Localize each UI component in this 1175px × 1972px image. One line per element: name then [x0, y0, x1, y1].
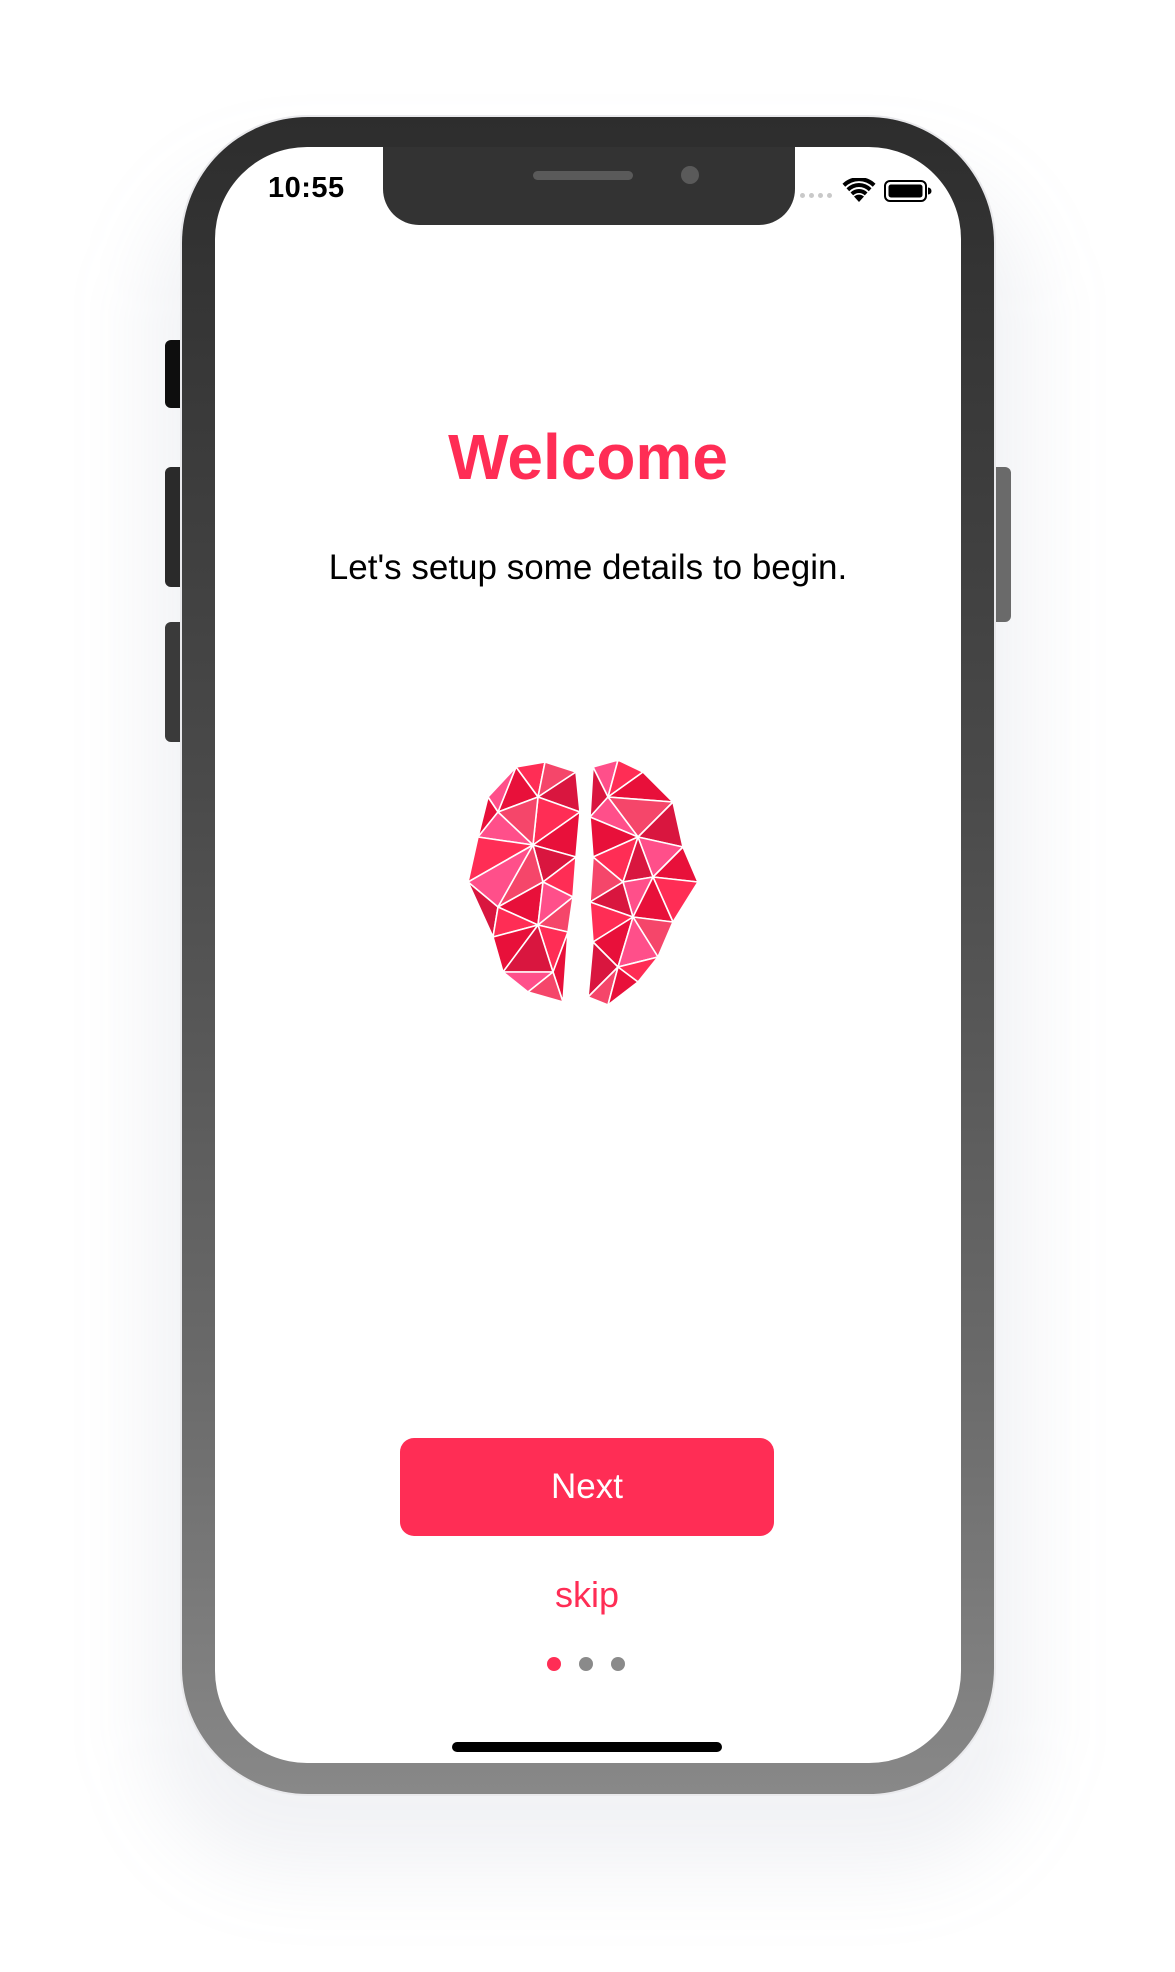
page-dot-1[interactable]: [547, 1657, 561, 1671]
cellular-signal-icon: [800, 193, 832, 198]
page-subtitle: Let's setup some details to begin.: [328, 548, 848, 587]
power-button: [992, 467, 1011, 622]
speaker-grille: [533, 171, 633, 180]
battery-icon: [884, 180, 932, 202]
page-dot-2[interactable]: [579, 1657, 593, 1671]
page-dot-3[interactable]: [611, 1657, 625, 1671]
page-indicator[interactable]: [547, 1657, 625, 1671]
wifi-icon: [842, 178, 876, 202]
front-camera: [681, 166, 699, 184]
next-button[interactable]: Next: [400, 1438, 774, 1536]
page-title: Welcome: [448, 421, 728, 493]
home-indicator[interactable]: [452, 1742, 722, 1752]
skip-button[interactable]: skip: [400, 1574, 774, 1616]
status-time: 10:55: [268, 172, 345, 204]
device-notch: [383, 147, 795, 225]
brain-icon: [468, 759, 699, 1006]
